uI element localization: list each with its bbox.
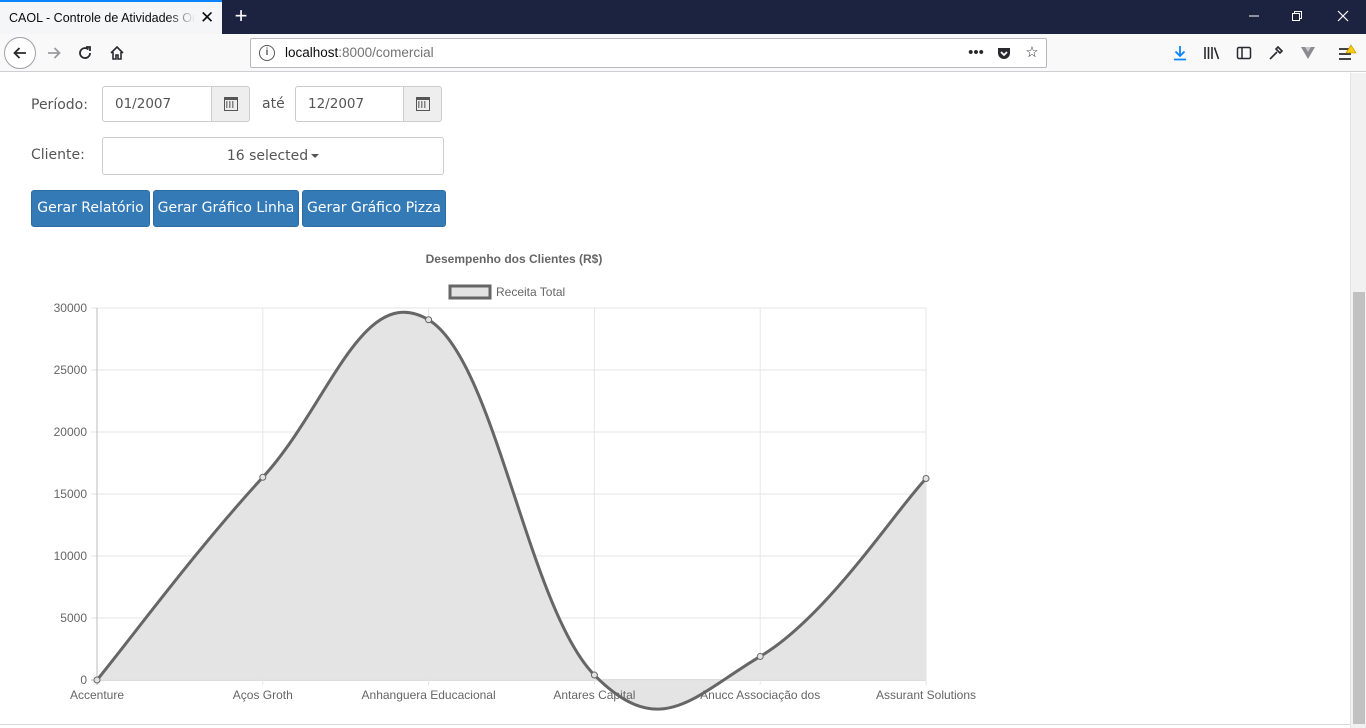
x-tick-label: Accenture [70,688,124,702]
data-point [590,671,598,679]
pocket-icon[interactable] [993,42,1015,64]
bookmark-star-icon[interactable]: ☆ [1021,42,1043,64]
y-tick-label: 30000 [54,301,88,315]
legend-swatch [448,284,492,300]
x-tick-label: Assurant Solutions [876,688,976,702]
page-bottom-border [0,724,1350,725]
page-content: Período: 01/2007 até 12/2007 Cliente: 16… [0,73,1350,728]
new-tab-button[interactable]: + [230,4,252,28]
forward-arrow-icon[interactable] [41,40,67,66]
series-area [97,312,926,710]
browser-tab-active[interactable]: CAOL - Controle de Atividades Online ✕ [0,0,222,34]
y-tick-label: 10000 [54,549,88,563]
restore-icon[interactable] [1285,6,1309,28]
chart-title: Desempenho dos Clientes (R$) [426,252,603,266]
close-window-icon[interactable] [1331,6,1355,28]
scrollbar-thumb[interactable] [1353,292,1365,724]
library-icon[interactable] [1199,40,1225,66]
line-chart: Desempenho dos Clientes (R$) Receita Tot… [54,252,976,711]
sidebar-icon[interactable] [1231,40,1257,66]
back-arrow-icon[interactable] [4,37,36,69]
x-tick-label: Antares Capital [553,688,635,702]
browser-tab-bar: CAOL - Controle de Atividades Online ✕ + [0,0,1366,34]
minimize-icon[interactable] [1242,6,1266,28]
data-point [756,652,764,660]
chart-plot [93,310,930,711]
address-bar[interactable]: i localhost:8000/comercial ••• ☆ [250,38,1047,68]
page-actions-icon[interactable]: ••• [965,42,987,64]
y-tick-label: 15000 [54,487,88,501]
x-tick-label: Anhanguera Educacional [362,688,496,702]
page-scrollbar[interactable] [1350,73,1366,728]
browser-nav-bar: i localhost:8000/comercial ••• ☆ [0,34,1366,72]
eyedropper-icon[interactable] [1263,40,1289,66]
data-point [922,475,930,482]
data-point [425,316,433,324]
chart-legend[interactable]: Receita Total [448,284,565,300]
x-axis: Accenture Aços Groth Anhanguera Educaciona… [70,688,976,702]
y-tick-label: 25000 [54,363,88,377]
y-axis: 0 5000 10000 15000 20000 25000 30000 [54,301,88,687]
url-text[interactable]: localhost:8000/comercial [285,45,434,60]
close-tab-icon[interactable]: ✕ [200,9,214,26]
x-tick-label: Aços Groth [233,688,293,702]
site-info-icon[interactable]: i [259,45,275,61]
data-point [93,676,101,684]
tab-title: CAOL - Controle de Atividades Online [9,11,195,25]
y-tick-label: 5000 [60,611,87,625]
x-tick-label: Anucc Associação dos [700,688,820,702]
y-tick-label: 0 [80,673,87,687]
reload-icon[interactable] [72,40,98,66]
legend-label: Receita Total [496,285,565,299]
y-tick-label: 20000 [54,425,88,439]
downloads-icon[interactable] [1167,40,1193,66]
vue-devtools-icon[interactable] [1295,40,1321,66]
menu-icon[interactable] [1334,40,1360,66]
data-point [259,473,267,481]
home-icon[interactable] [104,40,130,66]
